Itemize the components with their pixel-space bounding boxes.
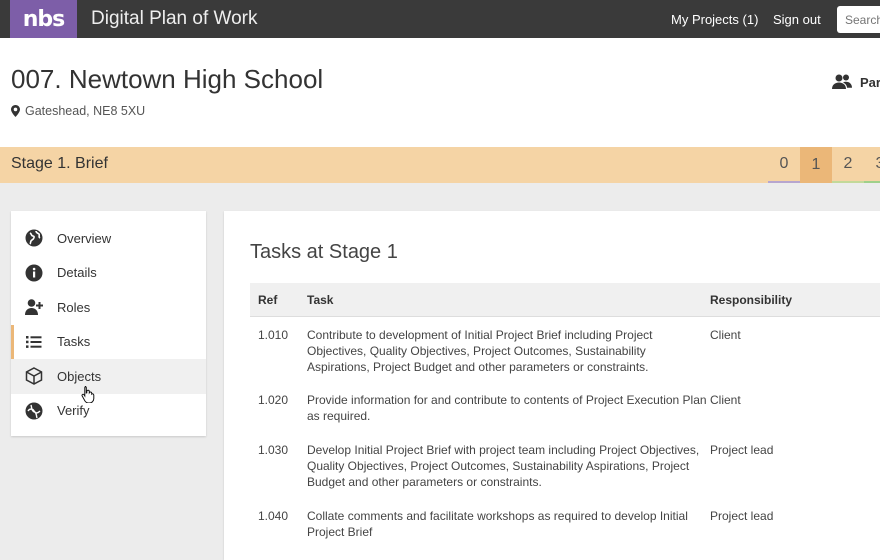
sidebar-item-label: Tasks <box>57 334 91 350</box>
stage-bar: Stage 1. Brief 0 1 2 3 <box>0 147 880 183</box>
map-pin-icon <box>11 105 20 117</box>
stage-3-tab[interactable]: 3 <box>864 147 880 183</box>
people-icon <box>832 74 852 89</box>
table-header: Ref Task Responsibility <box>250 283 880 317</box>
sidebar-item-label: Roles <box>57 299 91 315</box>
stage-1-tab[interactable]: 1 <box>800 147 832 183</box>
list-icon <box>25 333 43 351</box>
task-ref: 1.030 <box>258 443 289 457</box>
hand-cursor-icon <box>81 386 95 403</box>
participants-label: Par <box>860 74 880 90</box>
search-input[interactable] <box>837 6 880 33</box>
sidebar-item-details[interactable]: Details <box>11 256 206 291</box>
column-header-responsibility[interactable]: Responsibility <box>710 293 792 307</box>
tasks-panel: Tasks at Stage 1 Ref Task Responsibility… <box>224 211 880 560</box>
task-responsibility: Client <box>710 393 741 407</box>
sidebar-item-objects[interactable]: Objects <box>11 359 206 394</box>
cube-icon <box>25 367 43 386</box>
column-header-ref[interactable]: Ref <box>258 293 277 307</box>
sidebar-item-verify[interactable]: Verify <box>11 394 206 429</box>
stage-title: Stage 1. Brief <box>11 155 108 172</box>
globe-check-icon <box>25 402 43 420</box>
nbs-logo[interactable]: nbs <box>10 0 77 38</box>
location-text: Gateshead, NE8 5XU <box>25 104 146 118</box>
task-responsibility: Client <box>710 328 741 342</box>
sidebar-item-overview[interactable]: Overview <box>11 221 206 256</box>
top-bar: nbs Digital Plan of Work My Projects (1)… <box>0 0 880 38</box>
app-title: Digital Plan of Work <box>91 8 258 29</box>
my-projects-link[interactable]: My Projects (1) <box>671 12 758 27</box>
task-ref: 1.020 <box>258 393 289 407</box>
globe-icon <box>25 229 43 247</box>
sidebar-item-tasks[interactable]: Tasks <box>11 324 206 360</box>
task-description: Develop Initial Project Brief with proje… <box>307 443 700 489</box>
sidebar-item-label: Verify <box>57 403 90 419</box>
task-responsibility: Project lead <box>710 443 774 457</box>
participants-button[interactable]: Par <box>832 74 880 90</box>
project-header: 007. Newtown High School Gateshead, NE8 … <box>0 38 880 147</box>
tasks-heading: Tasks at Stage 1 <box>250 241 398 263</box>
sidebar-item-label: Overview <box>57 230 112 246</box>
task-responsibility: Project lead <box>710 509 774 523</box>
stage-0-tab[interactable]: 0 <box>768 147 800 183</box>
add-user-icon <box>25 298 43 316</box>
task-description: Provide information for and contribute t… <box>307 393 707 423</box>
sign-out-link[interactable]: Sign out <box>773 12 821 27</box>
column-header-task[interactable]: Task <box>307 293 333 307</box>
task-description: Collate comments and facilitate workshop… <box>307 509 688 539</box>
project-location: Gateshead, NE8 5XU <box>11 104 145 118</box>
task-ref: 1.040 <box>258 509 289 523</box>
info-icon <box>25 264 43 282</box>
sidebar-menu: Overview Details Roles Tasks Objects Ver… <box>11 211 206 436</box>
sidebar-item-roles[interactable]: Roles <box>11 290 206 325</box>
sidebar-item-label: Objects <box>57 368 102 384</box>
task-ref: 1.010 <box>258 328 289 342</box>
sidebar-item-label: Details <box>57 265 97 281</box>
stage-2-tab[interactable]: 2 <box>832 147 864 183</box>
task-description: Contribute to development of Initial Pro… <box>307 328 653 374</box>
project-title: 007. Newtown High School <box>11 64 324 94</box>
